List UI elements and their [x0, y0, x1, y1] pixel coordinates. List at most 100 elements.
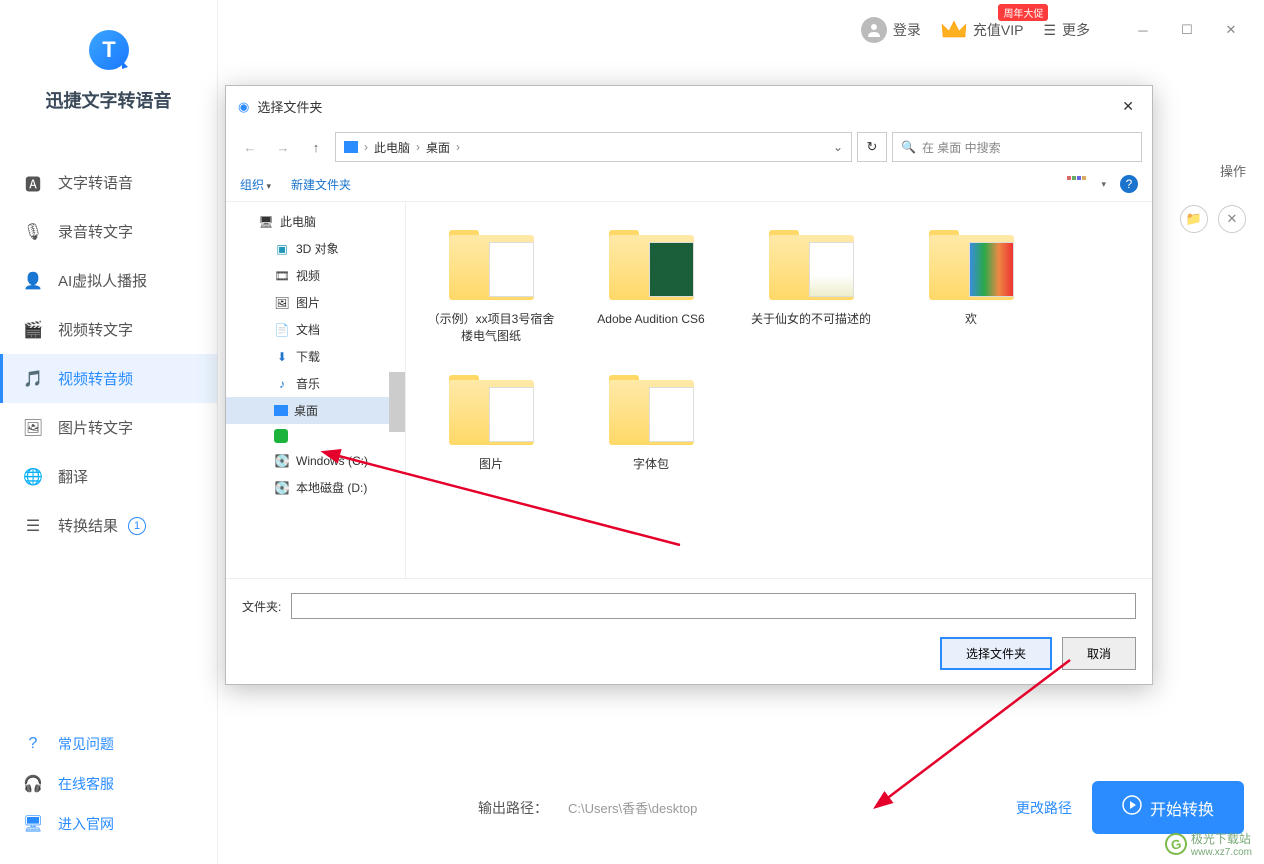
folder-item[interactable]: （示例）xx项目3号宿舍楼电气图纸: [426, 220, 556, 345]
tree-music[interactable]: ♪音乐: [226, 370, 405, 397]
footer-faq[interactable]: ?常见问题: [0, 724, 217, 764]
folder-name-input[interactable]: [291, 593, 1136, 619]
folder-open-button[interactable]: 📁: [1180, 205, 1208, 233]
output-path: C:\Users\香香\desktop: [568, 798, 996, 817]
start-convert-button[interactable]: 开始转换: [1092, 781, 1244, 834]
folder-dialog: ◉ 选择文件夹 ✕ ← → ↑ › 此电脑 › 桌面 › ⌄ ↻ 🔍 在 桌面 …: [225, 85, 1153, 685]
play-icon: [1122, 795, 1142, 820]
dialog-toolbar: 组织 新建文件夹 ▾ ?: [226, 167, 1152, 202]
table-header: 操作: [1220, 145, 1246, 195]
sidebar-item-audio-to-text[interactable]: 🎙录音转文字: [0, 207, 217, 256]
sidebar: T 迅捷文字转语音 🅰文字转语音 🎙录音转文字 👤AI虚拟人播报 🎬视频转文字 …: [0, 0, 218, 864]
globe-icon: 🖥: [22, 813, 44, 835]
footer-support[interactable]: 🎧在线客服: [0, 764, 217, 804]
tree-videos[interactable]: 🎞视频: [226, 262, 405, 289]
video-icon: 🎞: [274, 268, 290, 284]
pictures-icon: 🖼: [274, 295, 290, 311]
tree-scrollbar[interactable]: [389, 372, 405, 432]
search-input[interactable]: 🔍 在 桌面 中搜索: [892, 132, 1142, 162]
search-icon: 🔍: [901, 140, 916, 154]
folder-item[interactable]: 图片: [426, 365, 556, 486]
new-folder-button[interactable]: 新建文件夹: [291, 176, 351, 193]
dialog-help-button[interactable]: ?: [1120, 175, 1138, 193]
topbar: 登录 充值VIP 周年大促 ☰ 更多 ─ ☐ ✕: [218, 0, 1264, 60]
nav-up-button[interactable]: ↑: [302, 133, 330, 161]
crown-icon: [941, 19, 967, 41]
video-audio-icon: 🎵: [22, 368, 44, 390]
nav-back-button[interactable]: ←: [236, 133, 264, 161]
tree-this-pc[interactable]: 🖥此电脑: [226, 208, 405, 235]
app-small-icon: ◉: [238, 99, 249, 115]
music-icon: ♪: [274, 376, 290, 392]
iqiyi-icon: [274, 429, 288, 443]
pc-icon: [344, 141, 358, 153]
delete-button[interactable]: ✕: [1218, 205, 1246, 233]
video-text-icon: 🎬: [22, 319, 44, 341]
sidebar-item-video-to-text[interactable]: 🎬视频转文字: [0, 305, 217, 354]
list-icon: ☰: [22, 515, 44, 537]
folder-item[interactable]: 欢: [906, 220, 1036, 345]
output-label: 输出路径：: [478, 798, 548, 818]
pc-icon: 🖥: [258, 214, 274, 230]
dialog-navbar: ← → ↑ › 此电脑 › 桌面 › ⌄ ↻ 🔍 在 桌面 中搜索: [226, 127, 1152, 167]
menu-icon: ☰: [1043, 22, 1056, 39]
change-path-link[interactable]: 更改路径: [1016, 798, 1072, 818]
close-button[interactable]: ✕: [1218, 17, 1244, 43]
cancel-button[interactable]: 取消: [1062, 637, 1136, 670]
maximize-button[interactable]: ☐: [1174, 17, 1200, 43]
sidebar-item-results[interactable]: ☰转换结果1: [0, 501, 217, 550]
folder-grid: （示例）xx项目3号宿舍楼电气图纸 Adobe Audition CS6 关于仙…: [406, 202, 1152, 578]
folder-tree: 🖥此电脑 ▣3D 对象 🎞视频 🖼图片 📄文档 ⬇下载 ♪音乐 桌面 💽Wind…: [226, 202, 406, 578]
desktop-icon: [274, 405, 288, 416]
minimize-button[interactable]: ─: [1130, 17, 1156, 43]
translate-icon: 🌐: [22, 466, 44, 488]
sidebar-item-ai-avatar[interactable]: 👤AI虚拟人播报: [0, 256, 217, 305]
dialog-footer: 文件夹: 选择文件夹 取消: [226, 578, 1152, 684]
login-button[interactable]: 登录: [861, 17, 921, 43]
organize-button[interactable]: 组织: [240, 176, 271, 193]
mic-icon: 🎙: [22, 221, 44, 243]
breadcrumb[interactable]: › 此电脑 › 桌面 › ⌄: [335, 132, 852, 162]
folder-item[interactable]: 关于仙女的不可描述的: [746, 220, 876, 345]
tree-desktop[interactable]: 桌面: [226, 397, 405, 424]
sidebar-item-video-to-audio[interactable]: 🎵视频转音频: [0, 354, 217, 403]
view-mode-button[interactable]: [1067, 176, 1087, 192]
tree-downloads[interactable]: ⬇下载: [226, 343, 405, 370]
results-count-badge: 1: [128, 517, 146, 535]
sidebar-item-translate[interactable]: 🌐翻译: [0, 452, 217, 501]
folder-item[interactable]: 字体包: [586, 365, 716, 486]
vip-button[interactable]: 充值VIP 周年大促: [941, 19, 1024, 41]
tree-pictures[interactable]: 🖼图片: [226, 289, 405, 316]
nav-forward-button[interactable]: →: [269, 133, 297, 161]
svg-text:T: T: [102, 37, 116, 62]
output-bar: 输出路径： C:\Users\香香\desktop 更改路径 开始转换: [478, 781, 1244, 834]
headset-icon: 🎧: [22, 773, 44, 795]
folder-item[interactable]: Adobe Audition CS6: [586, 220, 716, 345]
documents-icon: 📄: [274, 322, 290, 338]
tree-drive-d[interactable]: 💽本地磁盘 (D:): [226, 474, 405, 501]
folder-name-label: 文件夹:: [242, 598, 281, 615]
promo-badge: 周年大促: [998, 4, 1048, 21]
drive-icon: 💽: [274, 453, 290, 469]
watermark-icon: G: [1162, 831, 1189, 858]
dialog-title: 选择文件夹: [257, 97, 322, 116]
downloads-icon: ⬇: [274, 349, 290, 365]
dialog-titlebar: ◉ 选择文件夹 ✕: [226, 86, 1152, 127]
tree-drive-c[interactable]: 💽Windows (C:): [226, 448, 405, 474]
sidebar-item-image-to-text[interactable]: 🖼图片转文字: [0, 403, 217, 452]
refresh-button[interactable]: ↻: [857, 132, 887, 162]
tree-iqiyi[interactable]: [226, 424, 405, 448]
tree-3d-objects[interactable]: ▣3D 对象: [226, 235, 405, 262]
cube-icon: ▣: [274, 241, 290, 257]
user-icon: [861, 17, 887, 43]
text-icon: 🅰: [22, 172, 44, 194]
dialog-close-button[interactable]: ✕: [1116, 96, 1140, 117]
avatar-icon: 👤: [22, 270, 44, 292]
more-button[interactable]: ☰ 更多: [1043, 20, 1090, 40]
breadcrumb-dropdown[interactable]: ⌄: [833, 140, 843, 154]
tree-documents[interactable]: 📄文档: [226, 316, 405, 343]
drive-icon: 💽: [274, 480, 290, 496]
select-folder-button[interactable]: 选择文件夹: [940, 637, 1052, 670]
sidebar-item-text-to-speech[interactable]: 🅰文字转语音: [0, 158, 217, 207]
footer-website[interactable]: 🖥进入官网: [0, 804, 217, 844]
